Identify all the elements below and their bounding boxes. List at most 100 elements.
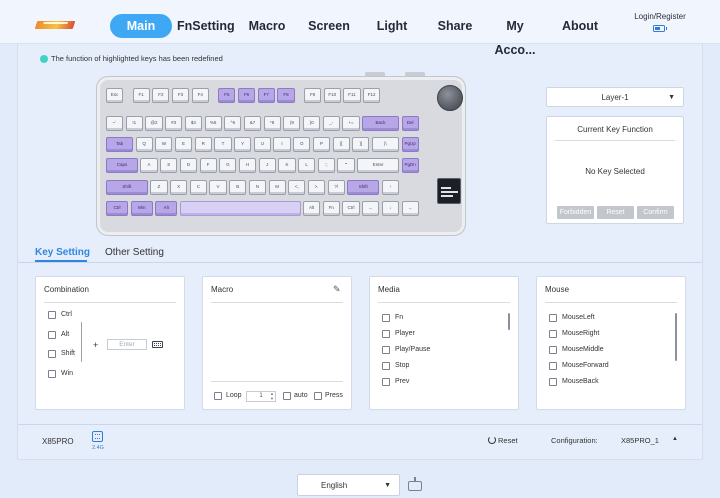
key-enter-input[interactable]: Enter	[107, 339, 147, 350]
confirm-button[interactable]: Confirm	[637, 206, 674, 219]
key-0-9[interactable]: F9	[303, 88, 322, 103]
volume-knob[interactable]	[437, 85, 463, 111]
nav-main[interactable]: Main	[110, 14, 172, 38]
key-3-1[interactable]: A	[140, 158, 158, 173]
key-3-7[interactable]: J	[258, 158, 276, 173]
stepper-arrows-icon[interactable]: ▲ ▼	[270, 391, 274, 401]
key-2-6[interactable]: Y	[234, 137, 252, 152]
key-2-4[interactable]: R	[194, 137, 212, 152]
key-3-5[interactable]: G	[219, 158, 237, 173]
key-4-1[interactable]: Z	[150, 180, 168, 195]
key-3-6[interactable]: H	[238, 158, 257, 173]
key-1-11[interactable]: _-	[322, 116, 340, 131]
alt-checkbox[interactable]	[48, 331, 56, 339]
key-0-0[interactable]: Esc	[106, 88, 124, 103]
key-0-6[interactable]: F6	[237, 88, 256, 103]
key-0-1[interactable]: F1	[132, 88, 150, 103]
key-0-4[interactable]: F4	[191, 88, 209, 103]
key-2-11[interactable]: {[	[332, 137, 350, 152]
key-4-3[interactable]: C	[189, 180, 207, 195]
key-1-0[interactable]: ~`	[106, 116, 124, 131]
key-2-7[interactable]: U	[253, 137, 271, 152]
media-prev-checkbox[interactable]	[382, 378, 390, 386]
key-2-13[interactable]: |\	[371, 137, 399, 152]
key-0-10[interactable]: F10	[323, 88, 341, 103]
key-3-12[interactable]: Enter	[357, 158, 399, 173]
nav-my-account[interactable]: My Acco...	[486, 14, 544, 57]
key-3-10[interactable]: :;	[317, 158, 335, 173]
login-register-link[interactable]: Login/Register	[632, 12, 688, 21]
key-3-13[interactable]: PgDn	[401, 158, 419, 173]
key-4-4[interactable]: V	[209, 180, 227, 195]
media-stop-checkbox[interactable]	[382, 362, 390, 370]
key-2-8[interactable]: I	[273, 137, 291, 152]
key-3-4[interactable]: F	[199, 158, 217, 173]
tab-key-setting[interactable]: Key Setting	[35, 247, 90, 258]
key-2-9[interactable]: O	[293, 137, 311, 152]
key-4-9[interactable]: >.	[307, 180, 326, 195]
mouse-scrollbar[interactable]	[675, 313, 677, 361]
key-2-3[interactable]: E	[174, 137, 193, 152]
mouse-right-checkbox[interactable]	[549, 330, 557, 338]
key-3-11[interactable]: "'	[337, 158, 355, 173]
edit-pencil-icon[interactable]: ✎	[333, 284, 341, 295]
auto-checkbox[interactable]	[283, 392, 291, 400]
key-1-8[interactable]: *8	[263, 116, 281, 131]
keyboard-device-icon[interactable]	[408, 477, 422, 491]
key-1-7[interactable]: &7	[243, 116, 262, 131]
media-player-checkbox[interactable]	[382, 330, 390, 338]
keyboard-icon[interactable]	[152, 341, 163, 348]
key-4-7[interactable]: M	[268, 180, 286, 195]
key-3-0[interactable]: Caps	[106, 158, 138, 173]
key-5-5[interactable]: Fn	[322, 201, 340, 216]
language-select[interactable]: English ▼	[297, 474, 400, 496]
loop-checkbox[interactable]	[214, 392, 222, 400]
key-1-12[interactable]: +=	[342, 116, 360, 131]
media-scrollbar[interactable]	[508, 313, 510, 330]
key-0-12[interactable]: F12	[363, 88, 381, 103]
configuration-select[interactable]: X85PRO_1	[621, 436, 659, 445]
key-0-3[interactable]: F3	[171, 88, 190, 103]
key-1-13[interactable]: Back	[362, 116, 399, 131]
layer-select[interactable]: Layer-1 ▼	[546, 87, 684, 107]
key-5-0[interactable]: Ctrl	[106, 201, 129, 216]
tab-other-setting[interactable]: Other Setting	[105, 247, 164, 258]
chevron-up-icon[interactable]: ▲	[672, 436, 678, 442]
key-4-8[interactable]: <,	[288, 180, 306, 195]
key-5-4[interactable]: Alt	[303, 201, 321, 216]
nav-share[interactable]: Share	[436, 14, 474, 38]
reset-key-button[interactable]: Reset	[597, 206, 634, 219]
key-5-6[interactable]: Ctrl	[342, 201, 360, 216]
key-0-11[interactable]: F11	[343, 88, 361, 103]
key-5-2[interactable]: Alt	[155, 201, 178, 216]
shift-checkbox[interactable]	[48, 350, 56, 358]
key-1-14[interactable]: Del	[401, 116, 419, 131]
key-5-8[interactable]: ↓	[381, 201, 399, 216]
key-0-8[interactable]: F8	[277, 88, 295, 103]
key-4-0[interactable]: Shift	[106, 180, 148, 195]
key-1-5[interactable]: %5	[204, 116, 222, 131]
key-1-1[interactable]: !1	[125, 116, 143, 131]
mouse-left-checkbox[interactable]	[549, 314, 557, 322]
key-3-2[interactable]: S	[160, 158, 178, 173]
key-0-2[interactable]: F2	[152, 88, 170, 103]
nav-macro[interactable]: Macro	[245, 14, 289, 38]
mouse-forward-checkbox[interactable]	[549, 362, 557, 370]
media-play-pause-checkbox[interactable]	[382, 346, 390, 354]
key-4-12[interactable]: ↑	[381, 180, 399, 195]
key-3-8[interactable]: K	[278, 158, 296, 173]
key-2-14[interactable]: PgUp	[401, 137, 419, 152]
win-checkbox[interactable]	[48, 370, 56, 378]
ctrl-checkbox[interactable]	[48, 311, 56, 319]
key-5-9[interactable]: →	[401, 201, 419, 216]
key-4-6[interactable]: N	[248, 180, 266, 195]
key-1-6[interactable]: ^6	[224, 116, 242, 131]
key-1-9[interactable]: (9	[283, 116, 301, 131]
mouse-back-checkbox[interactable]	[549, 378, 557, 386]
loop-count-stepper[interactable]: 1 ▲ ▼	[246, 391, 276, 402]
press-checkbox[interactable]	[314, 392, 322, 400]
key-1-10[interactable]: )0	[303, 116, 321, 131]
forbidden-button[interactable]: Forbidden	[557, 206, 594, 219]
key-2-1[interactable]: Q	[135, 137, 153, 152]
key-3-3[interactable]: D	[179, 158, 198, 173]
